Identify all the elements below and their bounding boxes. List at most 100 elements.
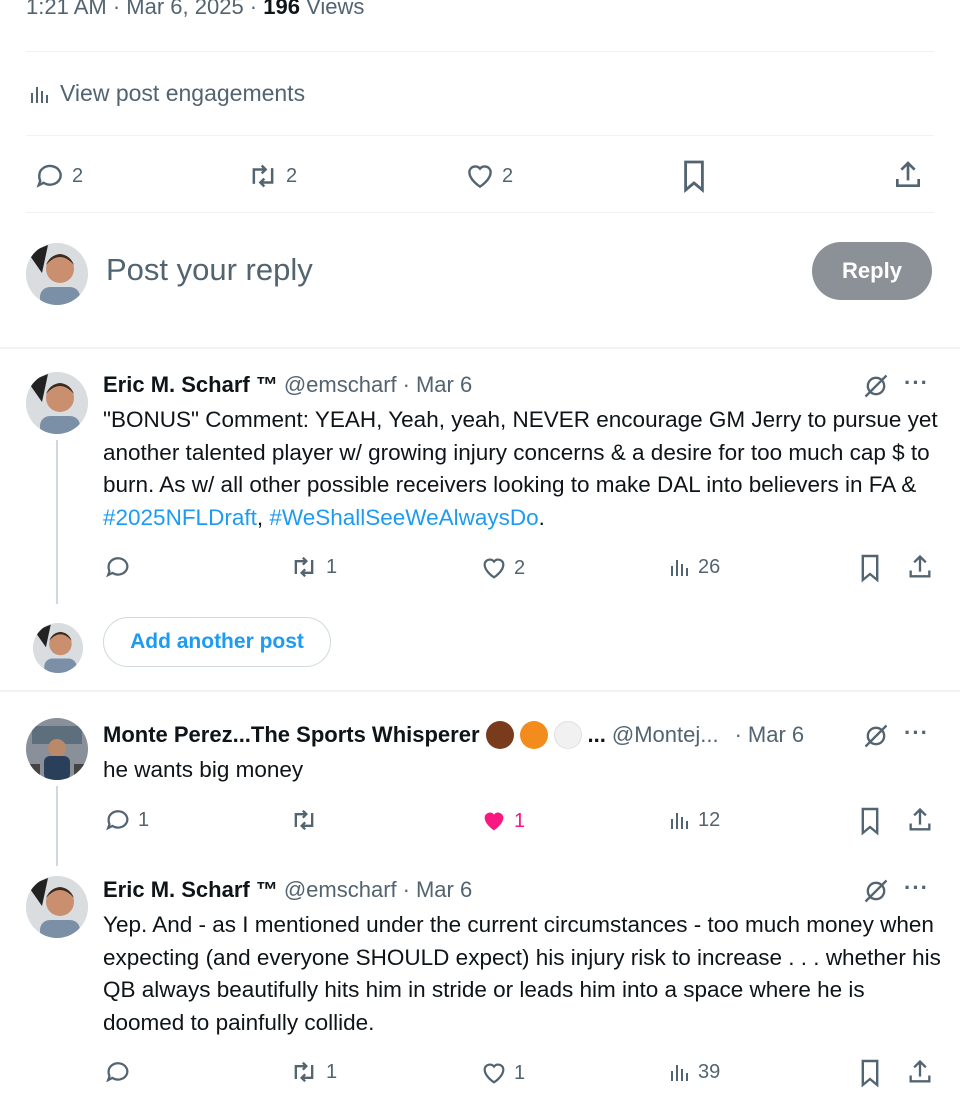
like-count: 1: [514, 809, 526, 832]
reply-icon: [36, 164, 62, 188]
tweet-date[interactable]: Mar 6: [416, 372, 472, 398]
grok-icon[interactable]: [862, 372, 890, 400]
hashtag-link[interactable]: #2025NFLDraft: [103, 505, 257, 530]
tweet-header: Eric M. Scharf ™ @emscharf · Mar 6: [103, 372, 472, 398]
post-time: 1:21 AM: [26, 0, 107, 19]
like-filled-icon: [484, 812, 504, 831]
views-icon: [31, 86, 48, 103]
tweet-text-part: ,: [256, 504, 270, 530]
tweet-date[interactable]: Mar 6: [748, 722, 804, 748]
views-count: 26: [698, 555, 721, 578]
share-icon: [909, 554, 931, 578]
more-icon[interactable]: ···: [904, 720, 929, 746]
view-engagements-link[interactable]: View post engagements: [28, 80, 305, 107]
share-button[interactable]: [906, 553, 934, 581]
reply-submit-button[interactable]: Reply: [812, 242, 932, 300]
reply-icon: [106, 1062, 129, 1083]
repost-button[interactable]: 2: [246, 160, 297, 192]
more-icon[interactable]: ···: [904, 370, 929, 396]
avatar[interactable]: [26, 718, 88, 780]
tweet-date[interactable]: Mar 6: [416, 877, 472, 903]
repost-icon: [294, 1061, 314, 1083]
like-button[interactable]: 2: [464, 160, 513, 192]
reply-icon: [106, 810, 129, 831]
divider: [26, 135, 934, 136]
reply-input[interactable]: Post your reply: [106, 252, 313, 288]
views-button[interactable]: 39: [668, 1059, 720, 1085]
hashtag-link[interactable]: #WeShallSeeWeAlwaysDo: [269, 505, 538, 530]
like-icon: [483, 558, 505, 579]
tweet-text: "BONUS" Comment: YEAH, Yeah, yeah, NEVER…: [103, 404, 943, 534]
bookmark-icon: [861, 554, 879, 583]
views-icon: [671, 560, 688, 576]
reply-button[interactable]: [104, 553, 138, 581]
more-icon[interactable]: ···: [904, 875, 929, 901]
repost-button[interactable]: 1: [288, 1058, 337, 1086]
views-count: 196: [263, 0, 300, 19]
bookmark-button[interactable]: [680, 159, 708, 193]
tweet-text-part: "BONUS" Comment: YEAH, Yeah, yeah, NEVER…: [103, 407, 938, 497]
separator: ·: [734, 722, 742, 747]
tweet-header: Eric M. Scharf ™ @emscharf · Mar 6: [103, 877, 472, 903]
author-name[interactable]: Eric M. Scharf ™: [103, 877, 278, 903]
like-button[interactable]: 1: [480, 1059, 525, 1087]
repost-count: 2: [286, 164, 298, 187]
author-handle[interactable]: @emscharf: [284, 877, 397, 903]
post-timestamp: 1:21 AM · Mar 6, 2025 · 196 Views: [26, 0, 364, 20]
like-count: 2: [502, 164, 514, 187]
thread-line: [56, 440, 58, 604]
author-name[interactable]: Monte Perez...The Sports Whisperer: [103, 722, 480, 748]
reply-count: 2: [72, 164, 84, 187]
grok-icon[interactable]: [862, 722, 890, 750]
avatar[interactable]: [26, 243, 88, 305]
like-button[interactable]: 1: [480, 807, 525, 835]
repost-icon: [252, 164, 274, 188]
tweet-text: he wants big money: [103, 757, 304, 782]
share-button[interactable]: [892, 159, 924, 191]
grok-icon[interactable]: [862, 877, 890, 905]
divider: [26, 51, 934, 52]
post-date[interactable]: Mar 6, 2025: [126, 0, 243, 19]
tweet-header: Monte Perez...The Sports Whisperer ... @…: [103, 721, 804, 749]
views-label: Views: [306, 0, 365, 19]
separator: ·: [402, 372, 410, 397]
share-icon: [896, 161, 920, 187]
reply-button[interactable]: 1: [104, 806, 149, 834]
avatar[interactable]: [26, 372, 88, 434]
author-handle[interactable]: @emscharf: [284, 372, 397, 398]
bookmark-icon: [861, 1059, 879, 1088]
like-icon: [468, 165, 492, 189]
reply-count: 1: [138, 808, 150, 831]
avatar[interactable]: [26, 876, 88, 938]
reply-button[interactable]: 2: [34, 160, 83, 192]
repost-count: 1: [326, 1060, 338, 1083]
views-button[interactable]: 26: [668, 554, 720, 580]
divider: [26, 212, 934, 213]
name-ellipsis: ...: [587, 722, 606, 747]
repost-icon: [294, 809, 314, 831]
avatar[interactable]: [33, 623, 83, 673]
share-icon: [909, 1059, 931, 1083]
like-icon: [483, 1063, 505, 1084]
bookmark-button[interactable]: [858, 553, 882, 583]
repost-button[interactable]: 1: [288, 553, 337, 581]
author-handle[interactable]: @Montej...: [612, 722, 719, 748]
add-another-post-button[interactable]: Add another post: [103, 617, 331, 667]
tweet-text-part: .: [538, 504, 545, 530]
bookmark-button[interactable]: [858, 1058, 882, 1088]
views-count: 12: [698, 808, 721, 831]
like-button[interactable]: 2: [480, 554, 525, 582]
football-emoji-icon: [485, 721, 514, 749]
reply-button[interactable]: [104, 1058, 138, 1086]
section-divider: [0, 347, 960, 349]
share-button[interactable]: [906, 806, 934, 834]
share-button[interactable]: [906, 1058, 934, 1086]
views-button[interactable]: 12: [668, 807, 720, 833]
views-count: 39: [698, 1060, 721, 1083]
author-name[interactable]: Eric M. Scharf ™: [103, 372, 278, 398]
bookmark-button[interactable]: [858, 806, 882, 836]
tweet-text: Yep. And - as I mentioned under the curr…: [103, 912, 941, 1035]
repost-button[interactable]: [288, 806, 326, 834]
views-icon: [671, 1065, 688, 1081]
like-count: 1: [514, 1061, 526, 1084]
